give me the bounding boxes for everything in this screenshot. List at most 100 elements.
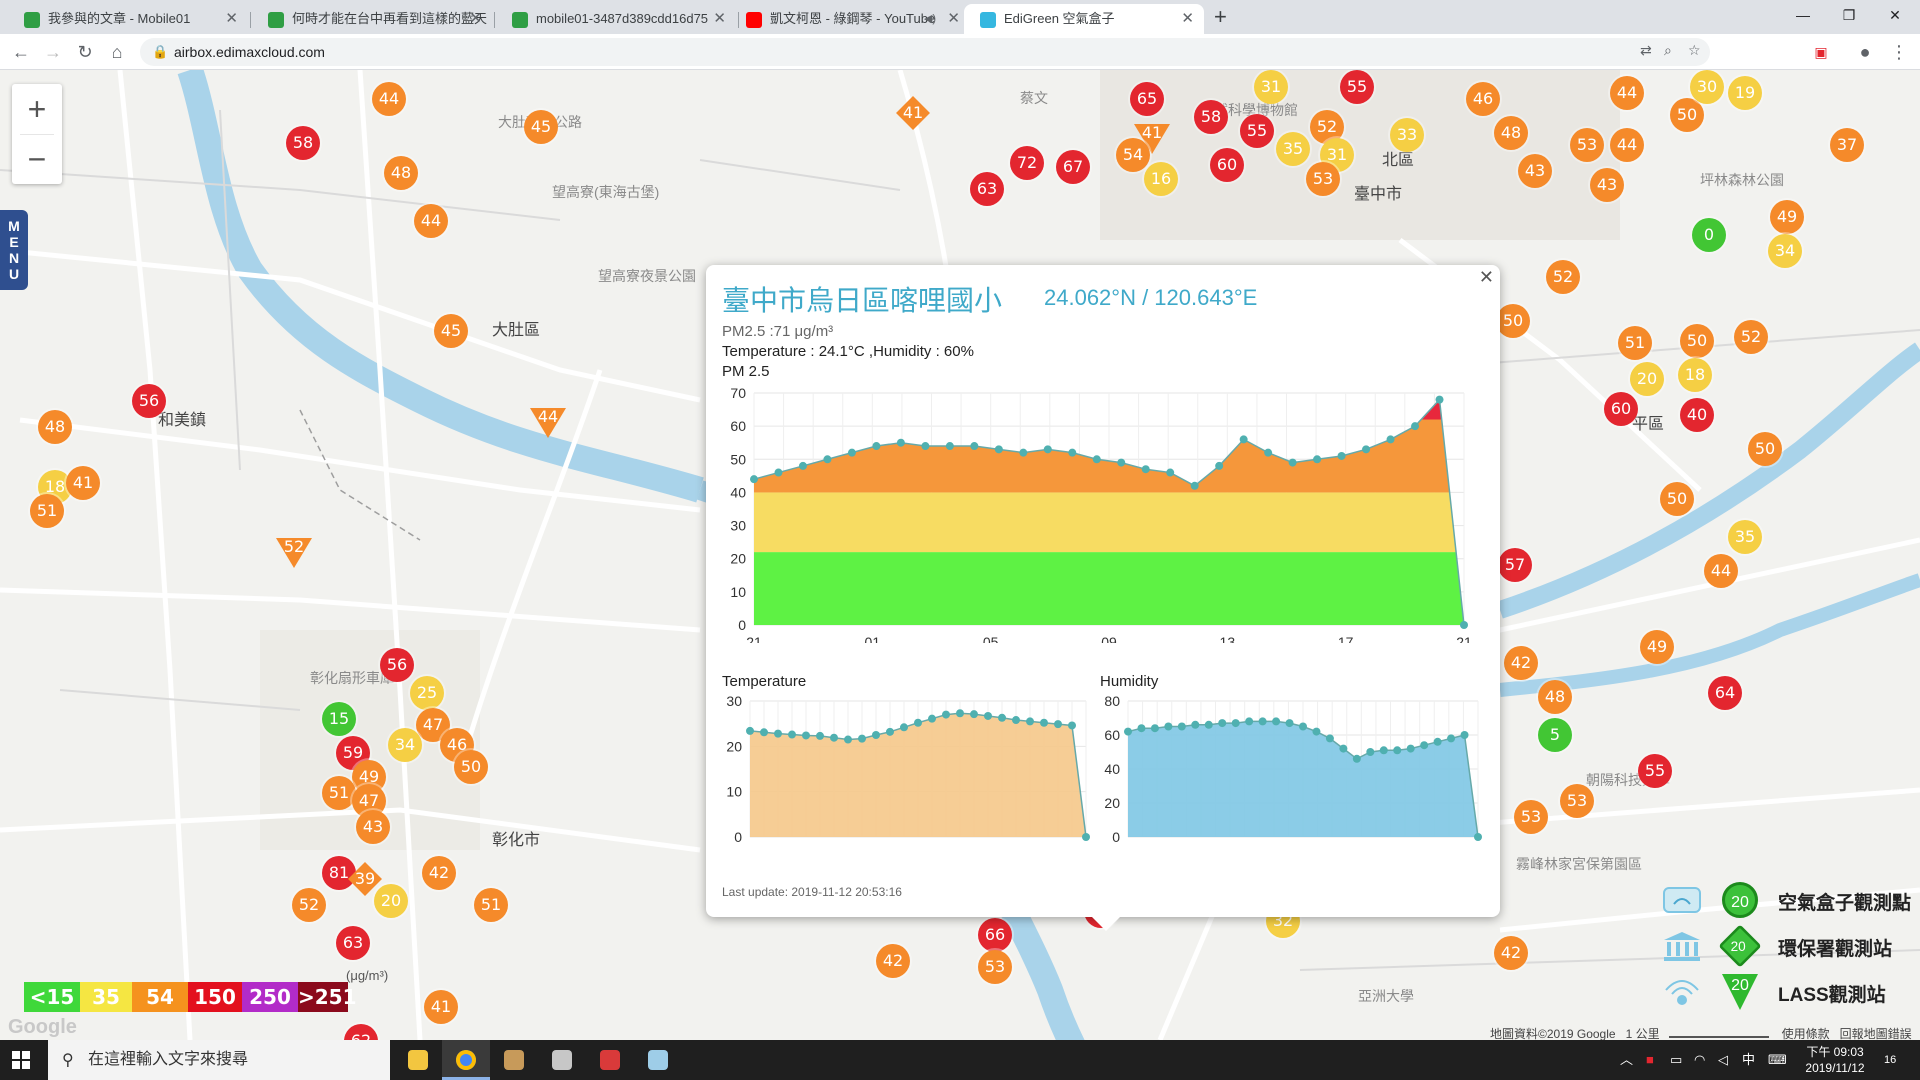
airbox-marker[interactable]: 57 xyxy=(1498,548,1532,582)
epa-station-marker[interactable]: 41 xyxy=(896,96,930,130)
tray-volume-icon[interactable]: ◁ xyxy=(1718,1040,1728,1080)
airbox-marker[interactable]: 50 xyxy=(1748,432,1782,466)
tab-close-icon[interactable]: ✕ xyxy=(947,4,960,34)
airbox-marker[interactable]: 15 xyxy=(322,702,356,736)
airbox-marker[interactable]: 41 xyxy=(66,466,100,500)
airbox-marker[interactable]: 0 xyxy=(1692,218,1726,252)
system-clock[interactable]: 下午 09:03 2019/11/12 xyxy=(1800,1044,1870,1076)
chrome-app[interactable] xyxy=(442,1040,490,1080)
airbox-marker[interactable]: 42 xyxy=(1494,936,1528,970)
airbox-marker[interactable]: 53 xyxy=(1570,128,1604,162)
airbox-marker[interactable]: 48 xyxy=(38,410,72,444)
airbox-marker[interactable]: 43 xyxy=(356,810,390,844)
app-5[interactable] xyxy=(586,1040,634,1080)
airbox-marker[interactable]: 20 xyxy=(1630,362,1664,396)
airbox-marker[interactable]: 48 xyxy=(384,156,418,190)
maximize-button[interactable]: ❐ xyxy=(1826,0,1872,30)
airbox-marker[interactable]: 44 xyxy=(1704,554,1738,588)
airbox-marker[interactable]: 37 xyxy=(1830,128,1864,162)
airbox-marker[interactable]: 50 xyxy=(1496,304,1530,338)
airbox-marker[interactable]: 44 xyxy=(414,204,448,238)
airbox-marker[interactable]: 34 xyxy=(1768,234,1802,268)
airbox-marker[interactable]: 20 xyxy=(374,884,408,918)
profile-icon[interactable]: ● xyxy=(1850,37,1880,67)
zoom-out-button[interactable]: − xyxy=(12,134,62,184)
address-bar[interactable]: 🔒 airbox.edimaxcloud.com ⇄ ⌕ ☆ xyxy=(140,38,1710,66)
app-4[interactable] xyxy=(538,1040,586,1080)
tray-battery-icon[interactable]: ▭ xyxy=(1670,1040,1682,1080)
notification-count[interactable]: 16 xyxy=(1884,1040,1896,1080)
airbox-marker[interactable]: 50 xyxy=(1680,324,1714,358)
airbox-marker[interactable]: 52 xyxy=(1546,260,1580,294)
tray-wifi-icon[interactable]: ◠ xyxy=(1694,1040,1705,1080)
airbox-marker[interactable]: 18 xyxy=(1678,358,1712,392)
forward-icon[interactable]: → xyxy=(38,37,68,67)
app-6[interactable] xyxy=(634,1040,682,1080)
report-error-link[interactable]: 回報地圖錯誤 xyxy=(1840,1027,1912,1040)
tab-close-icon[interactable]: ✕ xyxy=(1181,4,1194,34)
zoom-in-button[interactable]: + xyxy=(12,84,62,134)
airbox-marker[interactable]: 51 xyxy=(1618,326,1652,360)
translate-icon[interactable]: ⇄ xyxy=(1640,42,1652,59)
tab-close-icon[interactable]: ✕ xyxy=(713,4,726,34)
airbox-marker[interactable]: 65 xyxy=(1130,82,1164,116)
popup-close-icon[interactable]: ✕ xyxy=(1479,267,1494,288)
airbox-marker[interactable]: 41 xyxy=(424,990,458,1024)
browser-tab[interactable]: EdiGreen 空氣盒子 ✕ xyxy=(964,4,1204,34)
zoom-icon[interactable]: ⌕ xyxy=(1664,42,1672,59)
airbox-marker[interactable]: 63 xyxy=(336,926,370,960)
tab-audio-icon[interactable]: ◀) xyxy=(924,4,936,34)
close-window-button[interactable]: ✕ xyxy=(1872,0,1918,30)
airbox-marker[interactable]: 51 xyxy=(474,888,508,922)
terms-link[interactable]: 使用條款 xyxy=(1782,1027,1830,1040)
airbox-marker[interactable]: 31 xyxy=(1254,70,1288,104)
airbox-marker[interactable]: 55 xyxy=(1638,754,1672,788)
tray-keyboard-icon[interactable]: ⌨ xyxy=(1768,1040,1787,1080)
airbox-marker[interactable]: 60 xyxy=(1210,148,1244,182)
airbox-marker[interactable]: 53 xyxy=(1306,162,1340,196)
airbox-marker[interactable]: 46 xyxy=(1466,82,1500,116)
airbox-marker[interactable]: 67 xyxy=(1056,150,1090,184)
lass-station-marker[interactable]: 44 xyxy=(530,407,566,442)
airbox-marker[interactable]: 19 xyxy=(1728,76,1762,110)
airbox-marker[interactable]: 51 xyxy=(30,494,64,528)
airbox-marker[interactable]: 64 xyxy=(1708,676,1742,710)
airbox-marker[interactable]: 55 xyxy=(1340,70,1374,104)
airbox-marker[interactable]: 30 xyxy=(1690,70,1724,104)
airbox-marker[interactable]: 51 xyxy=(322,776,356,810)
airbox-marker[interactable]: 55 xyxy=(1240,114,1274,148)
airbox-marker[interactable]: 43 xyxy=(1590,168,1624,202)
airbox-marker[interactable]: 53 xyxy=(1514,800,1548,834)
airbox-marker[interactable]: 35 xyxy=(1728,520,1762,554)
airbox-marker[interactable]: 5 xyxy=(1538,718,1572,752)
airbox-marker[interactable]: 42 xyxy=(422,856,456,890)
airbox-marker[interactable]: 49 xyxy=(1640,630,1674,664)
lass-station-marker[interactable]: 52 xyxy=(276,537,312,572)
tab-close-icon[interactable]: ✕ xyxy=(225,4,238,34)
airbox-marker[interactable]: 48 xyxy=(1538,680,1572,714)
menu-dots-icon[interactable]: ⋮ xyxy=(1884,37,1914,67)
tab-close-icon[interactable]: ✕ xyxy=(469,4,482,34)
star-icon[interactable]: ☆ xyxy=(1688,42,1701,59)
airbox-marker[interactable]: 72 xyxy=(1010,146,1044,180)
airbox-marker[interactable]: 48 xyxy=(1494,116,1528,150)
airbox-marker[interactable]: 58 xyxy=(286,126,320,160)
airbox-marker[interactable]: 35 xyxy=(1276,132,1310,166)
back-icon[interactable]: ← xyxy=(6,37,36,67)
airbox-marker[interactable]: 45 xyxy=(434,314,468,348)
browser-tab[interactable]: 何時才能在台中再看到這樣的藍天 ✕ xyxy=(252,4,492,34)
file-explorer-app[interactable] xyxy=(394,1040,442,1080)
minimize-button[interactable]: — xyxy=(1780,0,1826,30)
new-tab-button[interactable]: + xyxy=(1214,4,1227,30)
airbox-marker[interactable]: 43 xyxy=(1518,154,1552,188)
tray-shield-icon[interactable]: ■ xyxy=(1646,1040,1654,1080)
airbox-marker[interactable]: 66 xyxy=(978,918,1012,952)
airbox-marker[interactable]: 52 xyxy=(292,888,326,922)
ime-indicator[interactable]: 中 xyxy=(1742,1040,1755,1080)
airbox-marker[interactable]: 54 xyxy=(1116,138,1150,172)
airbox-marker[interactable]: 42 xyxy=(876,944,910,978)
tray-chevron-icon[interactable]: ︿ xyxy=(1620,1040,1633,1080)
airbox-marker[interactable]: 53 xyxy=(1560,784,1594,818)
extension-icon[interactable]: ▣ xyxy=(1806,37,1836,67)
airbox-marker[interactable]: 53 xyxy=(978,950,1012,984)
